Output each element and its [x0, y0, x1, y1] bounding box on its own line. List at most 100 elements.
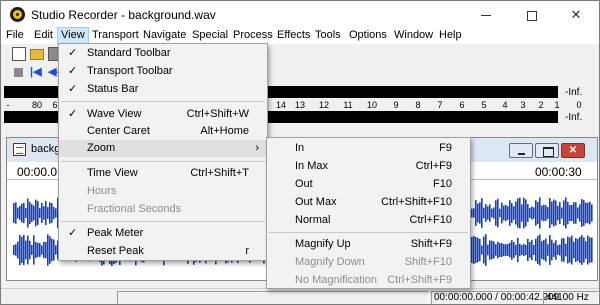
- menu-item-shortcut: Ctrl+F9: [415, 160, 452, 172]
- time-end-label: 00:00:30: [535, 165, 582, 179]
- menu-item-fractional-seconds[interactable]: Fractional Seconds: [59, 201, 267, 218]
- wave-document-icon: [13, 143, 26, 156]
- menu-item-status-bar[interactable]: ✓ Status Bar: [59, 81, 267, 98]
- go-to-start-icon[interactable]: |◀: [30, 65, 44, 79]
- menu-item-shortcut: F9: [439, 142, 452, 154]
- menu-item-shortcut: Shift+F9: [410, 238, 452, 250]
- scale-tick: 9: [393, 100, 399, 110]
- document-minimize-button[interactable]: [509, 143, 533, 158]
- scale-tick: 0: [576, 100, 582, 110]
- menu-options[interactable]: Options: [349, 28, 387, 44]
- scale-tick: 13: [294, 100, 306, 110]
- menu-item-zoom-in-max[interactable]: In Max Ctrl+F9: [267, 158, 470, 175]
- menu-item-no-magnification[interactable]: No Magnification Ctrl+Shift+F9: [267, 272, 470, 289]
- menu-item-label: Out Max: [295, 196, 337, 208]
- time-start-label: 00:00.0: [17, 165, 58, 179]
- menu-item-label: No Magnification: [295, 274, 377, 286]
- menu-item-zoom-in[interactable]: In F9: [267, 140, 470, 157]
- new-file-icon[interactable]: [12, 47, 26, 61]
- menu-view[interactable]: View: [57, 27, 89, 45]
- checkmark-icon: ✓: [68, 108, 78, 120]
- scale-tick: 1: [554, 100, 560, 110]
- menu-item-shortcut: Ctrl+Shift+T: [190, 167, 249, 179]
- menu-item-hours[interactable]: Hours: [59, 183, 267, 200]
- menu-item-label: Magnify Up: [295, 238, 351, 250]
- scale-tick: 8: [415, 100, 421, 110]
- status-bar: 00:00:00.000 / 00:00:42.209 44100 Hz: [1, 288, 599, 304]
- app-logo-icon: [10, 7, 25, 22]
- zoom-submenu-dropdown: In F9 In Max Ctrl+F9 Out F10 Out Max Ctrl+Sh…: [266, 137, 471, 289]
- menu-item-shortcut: Alt+Home: [200, 125, 249, 137]
- peak-right-value: -Inf.: [565, 112, 583, 123]
- menu-bar: File Edit View Transport Navigate Specia…: [1, 27, 599, 45]
- menu-item-zoom[interactable]: Zoom ›: [59, 140, 267, 157]
- scale-tick: 7: [437, 100, 443, 110]
- menu-tools[interactable]: Tools: [315, 28, 341, 44]
- document-maximize-button[interactable]: [535, 143, 559, 158]
- window-title: Studio Recorder - background.wav: [31, 8, 216, 22]
- minimize-icon: [481, 15, 491, 17]
- menu-item-label: Status Bar: [87, 83, 139, 95]
- menu-item-transport-toolbar[interactable]: ✓ Transport Toolbar: [59, 63, 267, 80]
- scale-tick: 4: [502, 100, 508, 110]
- menu-item-time-view[interactable]: Time View Ctrl+Shift+T: [59, 165, 267, 182]
- menu-item-label: Wave View: [87, 108, 142, 120]
- menu-file[interactable]: File: [6, 28, 24, 44]
- menu-item-magnify-up[interactable]: Magnify Up Shift+F9: [267, 236, 470, 253]
- scale-tick: 6: [52, 100, 58, 110]
- menu-item-label: Normal: [295, 214, 331, 226]
- checkmark-icon: ✓: [68, 83, 78, 95]
- menu-separator: [61, 161, 265, 162]
- menu-navigate[interactable]: Navigate: [143, 28, 186, 44]
- status-message: [117, 291, 429, 304]
- menu-special[interactable]: Special: [192, 28, 228, 44]
- menu-edit[interactable]: Edit: [34, 28, 53, 44]
- close-button[interactable]: ✕: [553, 1, 599, 28]
- menu-item-label: In: [295, 142, 305, 154]
- menu-item-shortcut: Ctrl+Shift+F9: [387, 274, 452, 286]
- menu-item-zoom-normal[interactable]: Normal Ctrl+F10: [267, 212, 470, 229]
- scale-tick: 3: [520, 100, 526, 110]
- menu-item-peak-meter[interactable]: ✓ Peak Meter: [59, 225, 267, 242]
- submenu-arrow-icon: ›: [255, 142, 259, 154]
- menu-item-wave-view[interactable]: ✓ Wave View Ctrl+Shift+W: [59, 106, 267, 123]
- menu-process[interactable]: Process: [233, 28, 273, 44]
- app-window: Studio Recorder - background.wav ✕ File …: [0, 0, 600, 305]
- status-sample-rate: 44100 Hz: [543, 291, 599, 304]
- menu-item-label: Transport Toolbar: [87, 65, 173, 77]
- menu-separator: [269, 232, 468, 233]
- status-time-position: 00:00:00.000 / 00:00:42.209: [431, 291, 559, 304]
- open-folder-icon[interactable]: [30, 49, 44, 60]
- menu-transport[interactable]: Transport: [92, 28, 139, 44]
- document-title: backg: [31, 143, 61, 155]
- menu-effects[interactable]: Effects: [277, 28, 310, 44]
- close-icon: ✕: [570, 7, 582, 22]
- view-menu-dropdown: ✓ Standard Toolbar ✓ Transport Toolbar ✓ St…: [58, 43, 268, 261]
- menu-item-zoom-out-max[interactable]: Out Max Ctrl+Shift+F10: [267, 194, 470, 211]
- menu-item-standard-toolbar[interactable]: ✓ Standard Toolbar: [59, 45, 267, 62]
- scale-tick: 14: [275, 100, 287, 110]
- menu-item-zoom-out[interactable]: Out F10: [267, 176, 470, 193]
- menu-help[interactable]: Help: [439, 28, 462, 44]
- scale-tick: 6: [459, 100, 465, 110]
- menu-item-label: Reset Peak: [87, 245, 144, 257]
- menu-item-magnify-down[interactable]: Magnify Down Shift+F10: [267, 254, 470, 271]
- minimize-button[interactable]: [463, 1, 509, 28]
- checkmark-icon: ✓: [68, 47, 78, 59]
- menu-separator: [61, 101, 265, 102]
- peak-left-value: -Inf.: [565, 87, 583, 98]
- menu-window[interactable]: Window: [394, 28, 433, 44]
- scale-tick: 5: [481, 100, 487, 110]
- menu-item-label: Fractional Seconds: [87, 203, 182, 215]
- scale-tick: -: [6, 100, 10, 110]
- menu-item-center-caret[interactable]: Center Caret Alt+Home: [59, 123, 267, 140]
- menu-item-label: Hours: [87, 185, 117, 197]
- maximize-button[interactable]: [509, 1, 555, 28]
- menu-item-shortcut: Ctrl+F10: [409, 214, 453, 226]
- menu-item-label: Time View: [87, 167, 138, 179]
- document-close-button[interactable]: ✕: [561, 143, 585, 158]
- scale-tick: 12: [318, 100, 330, 110]
- title-bar: Studio Recorder - background.wav ✕: [1, 1, 599, 28]
- menu-item-reset-peak[interactable]: Reset Peak r: [59, 243, 267, 260]
- stop-icon[interactable]: [14, 68, 23, 77]
